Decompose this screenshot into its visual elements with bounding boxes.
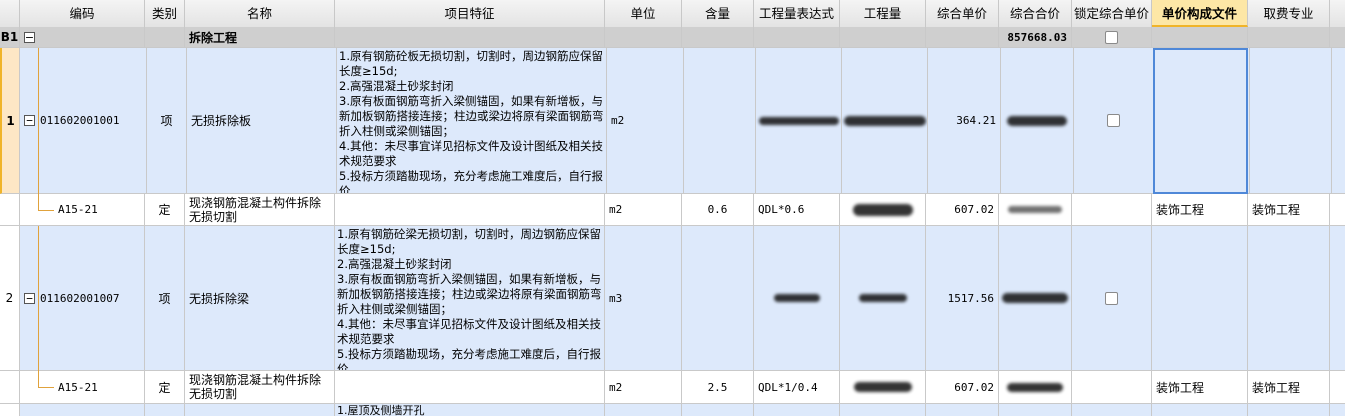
item-unit-price: 1517.56 [926,226,999,370]
sub-unit-price: 607.02 [926,194,999,225]
header-price-file[interactable]: 单价构成文件 [1152,0,1248,27]
item-type: 项 [145,226,185,370]
sub-type: 定 [145,194,185,225]
sub-qty[interactable]: 2.5 [682,371,754,403]
redacted-mark [858,294,907,302]
group-total: 857668.03 [999,27,1072,47]
lock-checkbox[interactable] [1105,30,1118,44]
table-row[interactable]: A15-21 定 现浇钢筋混凝土构件拆除 无损切割 m2 2.5 QDL*1/0… [0,371,1345,404]
header-overflow [1330,0,1345,27]
item-unit: m3 [605,226,682,370]
sub-unit: m2 [605,371,682,403]
sub-unit-price: 607.02 [926,371,999,403]
item-name[interactable]: 无损拆除梁 [185,226,335,370]
sub-unit: m2 [605,194,682,225]
redacted-mark [1002,293,1068,303]
tree-line [38,226,39,387]
group-id: B1 [0,27,20,47]
header-rownum [0,0,20,27]
row-number: 2 [0,226,20,370]
group-code-cell: − [20,27,145,47]
lock-checkbox[interactable] [1107,114,1120,127]
column-header-row: 编码 类别 名称 项目特征 单位 含量 工程量表达式 工程量 综合单价 综合合价… [0,0,1345,28]
tree-line [38,48,39,211]
collapse-icon[interactable]: − [24,292,35,304]
item-features: 1.原有钢筋砼板无损切割，切割时，周边钢筋应保留长度≥15d; 2.高强混凝土砂… [339,49,604,193]
sub-qty[interactable]: 0.6 [682,194,754,225]
header-type[interactable]: 类别 [145,0,185,27]
sub-fee[interactable]: 装饰工程 [1248,194,1330,225]
item-code-cell: −011602001001 [20,48,147,193]
item-code: 011602001007 [40,291,120,305]
redacted-mark [1007,382,1063,392]
sub-name[interactable]: 现浇钢筋混凝土构件拆除 无损切割 [185,371,335,403]
partial-feature[interactable]: 1.屋顶及侧墙开孔 [335,404,605,416]
collapse-icon[interactable]: − [24,31,35,43]
item-unit-price: 364.21 [928,48,1001,193]
header-unit[interactable]: 单位 [605,0,682,27]
tree-line [38,387,54,388]
item-expr-cell[interactable] [756,48,842,193]
group-name: 拆除工程 [185,27,335,47]
item-total-cell [1001,48,1074,193]
item-unit: m2 [607,48,684,193]
sub-name[interactable]: 现浇钢筋混凝土构件拆除 无损切割 [185,194,335,225]
header-lock[interactable]: 锁定综合单价 [1072,0,1152,27]
sub-price-file[interactable]: 装饰工程 [1152,371,1248,403]
group-type-cell [145,27,185,47]
redacted-mark [758,116,839,125]
header-fee[interactable]: 取费专业 [1248,0,1330,27]
lock-checkbox[interactable] [1105,291,1118,305]
redacted-mark [853,382,912,392]
header-expr[interactable]: 工程量表达式 [754,0,840,27]
item-code: 011602001001 [40,114,120,127]
redacted-mark [1008,206,1062,213]
item-fee[interactable] [1250,48,1332,193]
group-row[interactable]: B1 − 拆除工程 857668.03 [0,27,1345,48]
table-row[interactable]: 1 −011602001001 项 无损拆除板 1.原有钢筋砼板无损切割，切割时… [0,48,1345,194]
redacted-mark [852,203,913,216]
item-features: 1.原有钢筋砼梁无损切割，切割时，周边钢筋应保留长度≥15d; 2.高强混凝土砂… [337,227,602,370]
sub-expr[interactable]: QDL*1/0.4 [754,371,840,403]
redacted-mark [773,294,820,302]
header-unit-price[interactable]: 综合单价 [926,0,999,27]
header-qty[interactable]: 含量 [682,0,754,27]
table-row[interactable]: 1.屋顶及侧墙开孔 [0,404,1345,416]
sub-price-file[interactable]: 装饰工程 [1152,194,1248,225]
header-amount[interactable]: 工程量 [840,0,926,27]
item-name[interactable]: 无损拆除板 [187,48,337,193]
sub-fee[interactable]: 装饰工程 [1248,371,1330,403]
redacted-mark [1007,115,1067,126]
table-row[interactable]: 2 −011602001007 项 无损拆除梁 1.原有钢筋砼梁无损切割，切割时… [0,226,1345,371]
selected-cell-outline [1153,48,1248,194]
header-total-price[interactable]: 综合合价 [999,0,1072,27]
header-code[interactable]: 编码 [20,0,145,27]
item-type: 项 [147,48,187,193]
sub-expr[interactable]: QDL*0.6 [754,194,840,225]
header-name[interactable]: 名称 [185,0,335,27]
redacted-mark [843,115,926,126]
row-number: 1 [2,48,20,193]
table-row[interactable]: A15-21 定 现浇钢筋混凝土构件拆除 无损切割 m2 0.6 QDL*0.6… [0,194,1345,226]
tree-line [38,210,54,211]
item-amount-cell [842,48,928,193]
sub-type: 定 [145,371,185,403]
header-feature[interactable]: 项目特征 [335,0,605,27]
bill-of-quantities-grid: 编码 类别 名称 项目特征 单位 含量 工程量表达式 工程量 综合单价 综合合价… [0,0,1345,416]
collapse-icon[interactable]: − [24,115,35,126]
